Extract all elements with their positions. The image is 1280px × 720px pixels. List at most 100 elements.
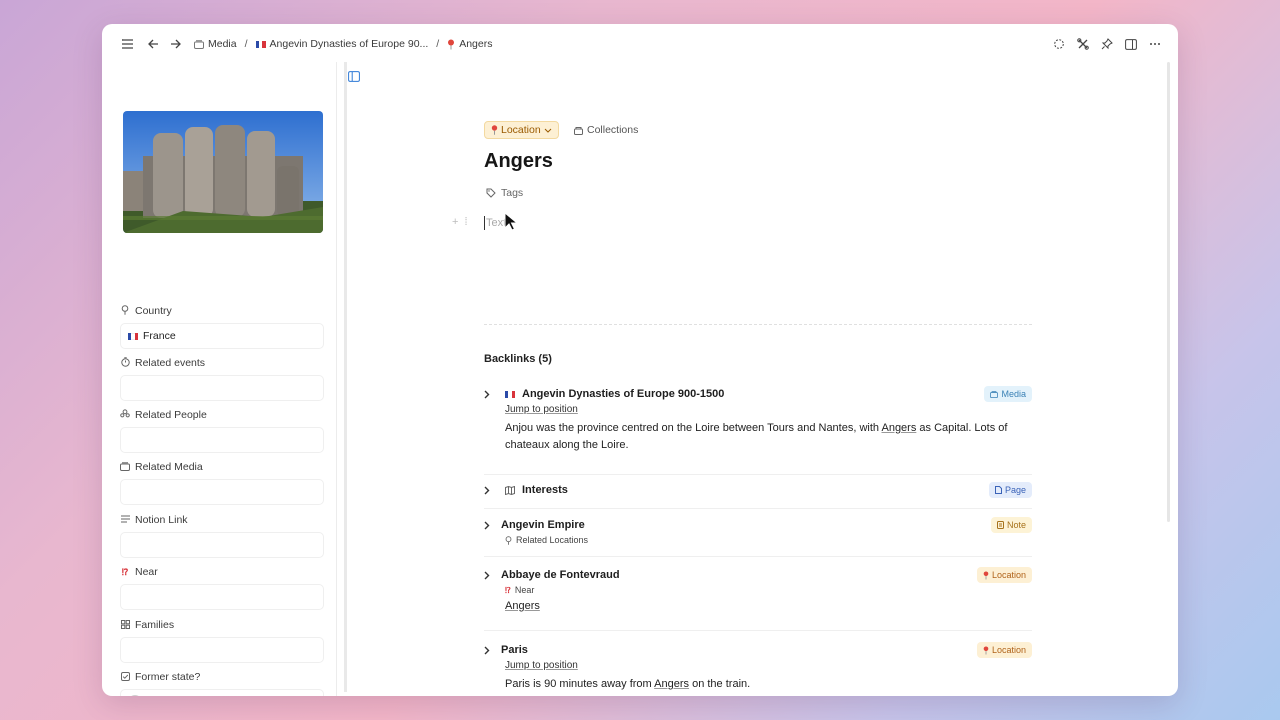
- tag-icon: [486, 188, 496, 198]
- top-bar: Media / Angevin Dynasties of Europe 90..…: [102, 24, 1178, 64]
- backlink-title[interactable]: Angevin Dynasties of Europe 900-1500: [522, 388, 724, 400]
- backlink-title[interactable]: Interests: [522, 484, 568, 496]
- panel-toggle-icon[interactable]: [346, 68, 362, 84]
- breadcrumb-item-media[interactable]: Media: [194, 38, 237, 50]
- tags-label: Tags: [501, 187, 524, 199]
- jump-to-position-link[interactable]: Jump to position: [505, 404, 1032, 415]
- angers-link[interactable]: Angers: [654, 678, 689, 690]
- row-separator: [484, 556, 1032, 557]
- breadcrumb: Media / Angevin Dynasties of Europe 90..…: [194, 38, 493, 50]
- notion-link-field[interactable]: [120, 532, 324, 558]
- property-related-media: Related Media: [120, 459, 324, 505]
- page-icon: [994, 486, 1002, 494]
- chevron-right-icon[interactable]: [484, 646, 498, 655]
- backlink-property: ⁉ Near: [505, 585, 535, 595]
- flag-icon: [255, 40, 266, 48]
- divider: [484, 324, 1032, 325]
- breadcrumb-item-dynasties[interactable]: Angevin Dynasties of Europe 90...: [255, 38, 429, 50]
- related-media-field[interactable]: [120, 479, 324, 505]
- properties-sidebar: Country France Related events Related Pe…: [116, 62, 347, 696]
- lines-icon: [120, 515, 130, 525]
- property-country: Country France: [120, 303, 324, 349]
- property-label: Notion Link: [135, 514, 188, 526]
- pin-icon: [448, 39, 455, 49]
- chevron-down-icon: [544, 128, 552, 133]
- collections-label: Collections: [587, 124, 639, 136]
- media-icon: [120, 461, 130, 473]
- main-content: Location Collections Angers Tags + ⁞ Tex…: [337, 62, 1178, 696]
- pin-toggle-icon[interactable]: [1096, 33, 1118, 55]
- families-field[interactable]: [120, 637, 324, 663]
- back-arrow-icon[interactable]: [142, 33, 164, 55]
- backlink-title[interactable]: Paris: [501, 644, 528, 656]
- collections-button[interactable]: Collections: [574, 121, 638, 139]
- property-label: Near: [135, 566, 158, 578]
- chevron-right-icon[interactable]: [484, 571, 498, 580]
- flag-icon: [502, 390, 518, 398]
- backlink-title[interactable]: Abbaye de Fontevraud: [501, 569, 620, 581]
- near-field[interactable]: [120, 584, 324, 610]
- breadcrumb-item-current[interactable]: Angers: [447, 38, 493, 50]
- pin-outline-icon: [505, 535, 512, 545]
- row-separator: [484, 508, 1032, 509]
- backlink-item: Paris Location Jump to position Paris is…: [484, 642, 1032, 693]
- backlink-title[interactable]: Angevin Empire: [501, 519, 585, 531]
- jump-to-position-link[interactable]: Jump to position: [505, 660, 1032, 671]
- type-selector[interactable]: Location: [484, 121, 559, 139]
- map-icon: [502, 485, 518, 495]
- near-icon: ⁉: [121, 566, 129, 577]
- chevron-right-icon[interactable]: [484, 390, 498, 399]
- backlink-excerpt: Anjou was the province centred on the Lo…: [505, 422, 1008, 451]
- cover-image[interactable]: [123, 111, 323, 233]
- property-label: Related People: [135, 409, 207, 421]
- country-field[interactable]: France: [120, 323, 324, 349]
- backlinks-heading: Backlinks (5): [484, 353, 552, 365]
- sidebar-toggle-icon[interactable]: [1120, 33, 1142, 55]
- pin-icon: [491, 125, 498, 135]
- pin-icon: [983, 570, 989, 580]
- more-icon[interactable]: [1144, 33, 1166, 55]
- tools-icon[interactable]: [1072, 33, 1094, 55]
- backlink-item: Interests Page: [484, 482, 1032, 498]
- backlink-property: Related Locations: [505, 535, 1032, 545]
- drag-handle-icon[interactable]: ⁞: [464, 216, 467, 228]
- grid-icon: [120, 619, 130, 631]
- breadcrumb-label: Angevin Dynasties of Europe 90...: [269, 38, 429, 50]
- radio-icon[interactable]: [128, 695, 142, 696]
- property-notion-link: Notion Link: [120, 512, 324, 558]
- main-scrollbar[interactable]: [1167, 62, 1170, 522]
- graph-icon[interactable]: [1048, 33, 1070, 55]
- add-block-icon[interactable]: +: [452, 216, 458, 228]
- top-actions: [1048, 33, 1166, 55]
- chevron-right-icon[interactable]: [484, 486, 498, 495]
- chevron-right-icon[interactable]: [484, 521, 498, 530]
- media-icon: [194, 39, 204, 49]
- text-input[interactable]: Text: [484, 216, 506, 230]
- page-title[interactable]: Angers: [484, 150, 553, 173]
- related-events-field[interactable]: [120, 375, 324, 401]
- angers-link[interactable]: Angers: [505, 600, 540, 612]
- note-icon: [996, 521, 1004, 529]
- related-people-field[interactable]: [120, 427, 324, 453]
- angers-link[interactable]: Angers: [881, 422, 916, 434]
- row-separator: [484, 630, 1032, 631]
- former-state-field[interactable]: [120, 689, 324, 696]
- property-label: Related Media: [135, 461, 203, 473]
- breadcrumb-label: Angers: [459, 38, 493, 50]
- backlink-item: Abbaye de Fontevraud Location ⁉ Near Ang…: [484, 567, 1032, 615]
- menu-icon[interactable]: [116, 33, 138, 55]
- type-badge: Location: [976, 567, 1032, 583]
- property-families: Families: [120, 617, 324, 663]
- forward-arrow-icon[interactable]: [164, 33, 186, 55]
- mouse-cursor-icon: [504, 211, 519, 235]
- tags-button[interactable]: Tags: [486, 187, 523, 199]
- type-badge: Media: [984, 386, 1032, 402]
- breadcrumb-separator: /: [436, 38, 440, 50]
- pin-icon: [983, 645, 989, 655]
- pin-outline-icon: [120, 305, 130, 317]
- type-badge: Page: [988, 482, 1032, 498]
- backlink-item: Angevin Empire Note Related Locations: [484, 517, 1032, 545]
- app-window: Media / Angevin Dynasties of Europe 90..…: [102, 24, 1178, 696]
- property-label: Country: [135, 305, 172, 317]
- type-badge: Location: [976, 642, 1032, 658]
